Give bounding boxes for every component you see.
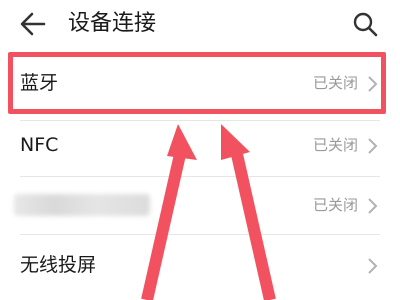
redacted-setting-status: 已关闭 <box>312 196 358 214</box>
wireless-projection-row[interactable]: 无线投屏 <box>0 238 400 294</box>
chevron-right-icon <box>368 258 378 274</box>
divider <box>20 234 380 235</box>
chevron-right-icon <box>368 198 378 214</box>
chevron-right-icon <box>368 138 378 154</box>
nfc-label: NFC <box>20 134 59 156</box>
nfc-status: 已关闭 <box>312 136 358 154</box>
divider <box>20 176 380 177</box>
settings-list: 蓝牙 已关闭 NFC 已关闭 已关闭 无线投屏 <box>0 0 400 300</box>
highlight-box <box>8 52 386 114</box>
redacted-setting-row[interactable]: 已关闭 <box>0 178 400 234</box>
nfc-row[interactable]: NFC 已关闭 <box>0 118 400 174</box>
wireless-projection-label: 无线投屏 <box>20 254 97 276</box>
blurred-label <box>14 194 150 216</box>
